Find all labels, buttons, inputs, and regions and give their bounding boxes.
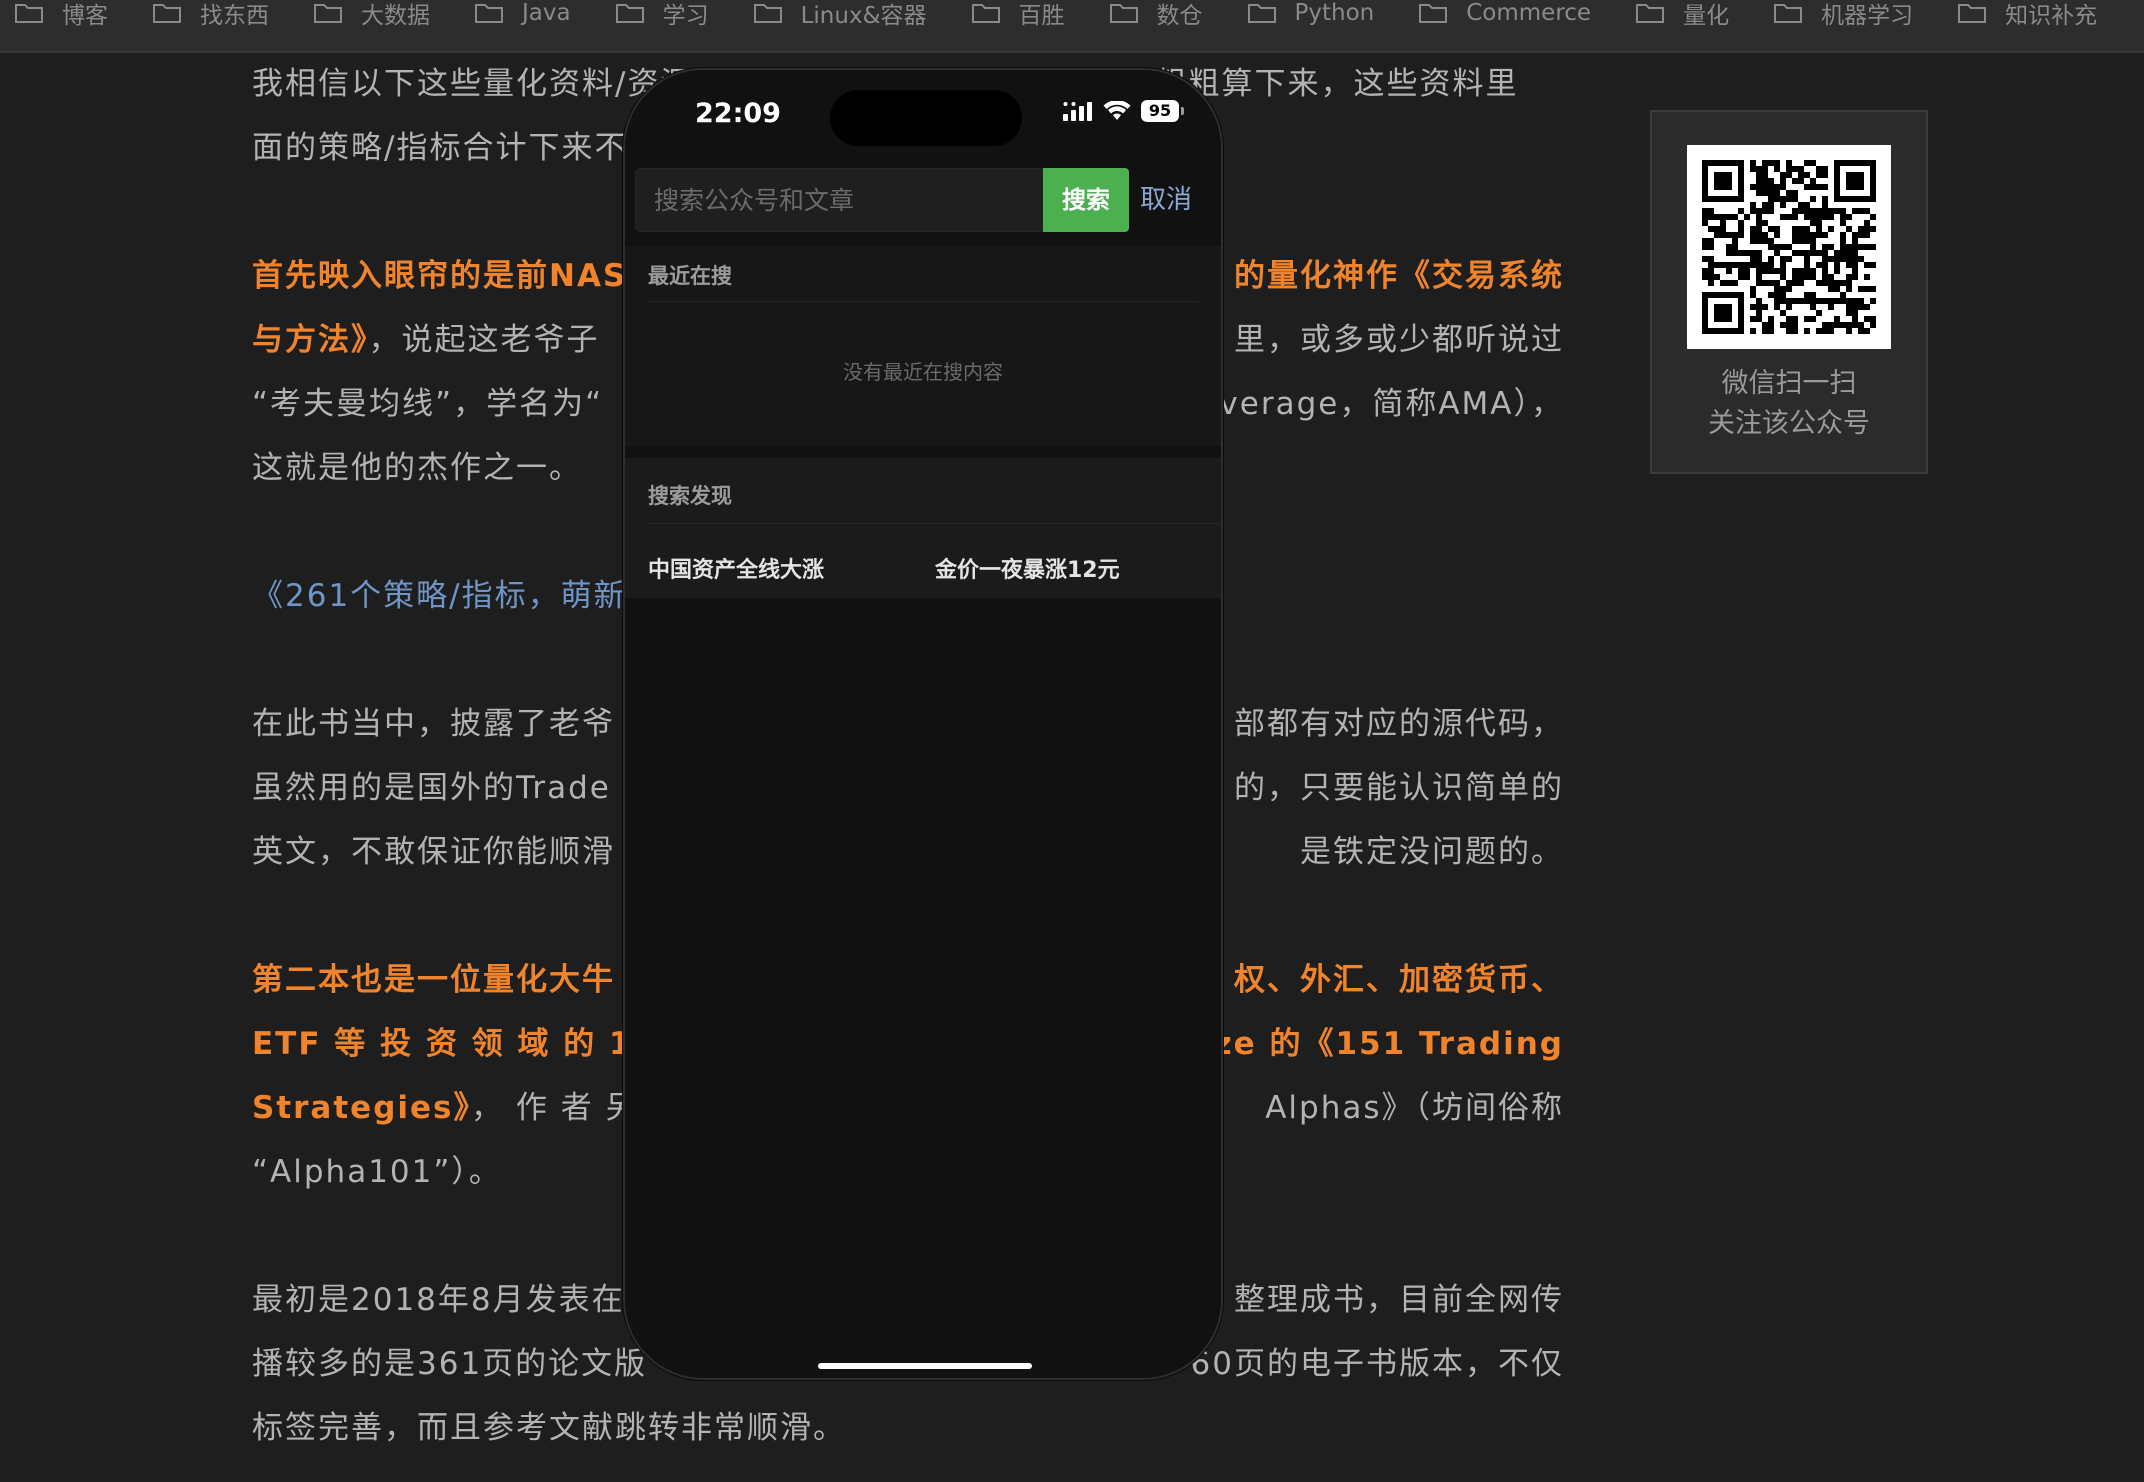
- folder-icon: [753, 4, 782, 23]
- bookmark-quant[interactable]: 量化: [1635, 0, 1729, 29]
- section-title: 搜索发现: [648, 484, 732, 508]
- bookmark-label: Linux&容器: [800, 3, 927, 29]
- highlight-text: 第二本也是一位量化大牛: [252, 962, 615, 998]
- text-fragment: 虽然用的是国外的Trade: [252, 770, 611, 806]
- bookmark-linux[interactable]: Linux&容器: [753, 0, 927, 29]
- recent-search-section: 最近在搜 没有最近在搜内容: [625, 246, 1221, 446]
- folder-icon: [1419, 4, 1448, 23]
- folder-icon: [15, 4, 43, 23]
- bookmark-yum[interactable]: 百胜: [971, 0, 1065, 29]
- bookmark-label: 机器学习: [1821, 3, 1914, 29]
- bookmark-label: 找东西: [200, 3, 269, 29]
- bookmark-knowledge[interactable]: 知识补充: [1957, 0, 2097, 29]
- highlight-text: 权、外汇、加密货币、: [1234, 962, 1564, 998]
- highlight-text: ETF 等 投 资 领 域 的 151: [252, 1026, 680, 1062]
- qr-caption-line: 关注该公众号: [1708, 408, 1870, 439]
- bookmark-label: 博客: [62, 3, 108, 29]
- status-icons: 95: [1063, 100, 1184, 122]
- text-fragment: ， 作 者 另: [471, 1090, 639, 1126]
- divider: [648, 301, 1198, 302]
- highlight-text: 与方法》: [252, 322, 369, 358]
- bookmark-label: Java: [522, 0, 571, 26]
- bookmark-label: Commerce: [1466, 0, 1592, 26]
- text-fragment: 这就是他的杰作之一。: [252, 450, 582, 486]
- text-fragment: 部都有对应的源代码，: [1234, 706, 1564, 742]
- qr-code-image: [1687, 145, 1891, 349]
- highlight-text: 的量化神作《交易系统: [1234, 258, 1564, 294]
- text-fragment: “Alpha101”）。: [252, 1154, 502, 1190]
- home-indicator[interactable]: [818, 1363, 1032, 1369]
- wifi-icon: [1103, 101, 1131, 120]
- folder-icon: [971, 4, 1000, 23]
- bookmark-find[interactable]: 找东西: [152, 0, 269, 29]
- text-fragment: 的，只要能认识简单的: [1234, 770, 1564, 806]
- cancel-button[interactable]: 取消: [1140, 168, 1192, 232]
- text-fragment: 标签完善，而且参考文献跳转非常顺滑。: [252, 1410, 846, 1446]
- bookmark-commerce[interactable]: Commerce: [1418, 0, 1591, 26]
- text-fragment: 是铁定没问题的。: [1300, 834, 1564, 870]
- dynamic-island: [830, 90, 1022, 146]
- folder-icon: [615, 4, 644, 23]
- highlight-text: Strategies》: [252, 1090, 471, 1126]
- text-fragment: Alphas》（坊间俗称: [1265, 1090, 1564, 1126]
- qr-caption-line: 微信扫一扫: [1721, 368, 1857, 399]
- empty-state-text: 没有最近在搜内容: [843, 360, 1003, 384]
- text-fragment: 在此书当中，披露了老爷: [252, 706, 615, 742]
- bookmark-warehouse[interactable]: 数仓: [1109, 0, 1203, 29]
- article-link[interactable]: 《261个策略/指标，萌新: [252, 578, 627, 614]
- divider: [648, 523, 1221, 524]
- text-fragment: 整理成书，目前全网传: [1234, 1282, 1564, 1318]
- search-row: 搜索 取消: [635, 168, 1215, 232]
- battery-icon: 95: [1141, 100, 1184, 122]
- text-fragment: 60页的电子书版本，不仅: [1190, 1346, 1564, 1382]
- folder-icon: [153, 4, 181, 23]
- search-discover-section: 搜索发现 中国资产全线大涨 金价一夜暴涨12元: [625, 458, 1221, 598]
- cellular-signal-icon: [1063, 102, 1092, 121]
- text-line: 面的策略/指标合计下来不: [252, 130, 628, 166]
- qr-caption: 微信扫一扫 关注该公众号: [1652, 364, 1926, 444]
- text-fragment: 里，或多或少都听说过: [1234, 322, 1564, 358]
- bookmark-label: 学习: [662, 3, 709, 29]
- folder-icon: [1774, 4, 1803, 23]
- bookmarks-bar: 博客 找东西 大数据 Java 学习 Linux&容器 百胜 数仓 Python…: [0, 0, 2144, 53]
- folder-icon: [475, 4, 503, 23]
- highlight-text: 首先映入眼帘的是前NAS: [252, 258, 628, 294]
- bookmark-ml[interactable]: 机器学习: [1773, 0, 1913, 29]
- folder-icon: [1958, 4, 1987, 23]
- highlight-text: dze 的《151 Trading: [1189, 1026, 1564, 1062]
- folder-icon: [1109, 4, 1138, 23]
- discover-item[interactable]: 中国资产全线大涨: [648, 552, 824, 584]
- search-input[interactable]: [636, 169, 1044, 231]
- qr-card: 微信扫一扫 关注该公众号: [1650, 110, 1928, 474]
- search-button[interactable]: 搜索: [1043, 168, 1129, 232]
- text-fragment: 最初是2018年8月发表在: [252, 1282, 625, 1318]
- bookmark-label: 百胜: [1018, 3, 1065, 29]
- phone-frame: 22:09 95 搜索 取消 最近在搜 没有最近在搜内: [623, 68, 1223, 1380]
- search-field[interactable]: [635, 168, 1045, 232]
- text-fragment: 英文，不敢保证你能顺滑: [252, 834, 615, 870]
- section-title: 最近在搜: [648, 264, 732, 288]
- bookmark-python[interactable]: Python: [1247, 0, 1375, 26]
- bookmark-label: 大数据: [361, 3, 430, 29]
- bookmark-label: 量化: [1683, 3, 1730, 29]
- discover-item[interactable]: 金价一夜暴涨12元: [935, 552, 1120, 584]
- bookmark-bigdata[interactable]: 大数据: [313, 0, 430, 29]
- status-bar: 22:09 95: [625, 70, 1221, 166]
- folder-icon: [1247, 4, 1276, 23]
- bookmark-java[interactable]: Java: [474, 0, 571, 26]
- bookmark-blog[interactable]: 博客: [14, 0, 108, 29]
- folder-icon: [314, 4, 342, 23]
- bookmark-label: Python: [1294, 0, 1375, 26]
- bookmark-label: 知识补充: [2005, 3, 2098, 29]
- text-fragment: verage，简称AMA），: [1219, 386, 1564, 422]
- text-fragment: 播较多的是361页的论文版: [252, 1346, 648, 1382]
- status-time: 22:09: [695, 98, 781, 129]
- folder-icon: [1636, 4, 1665, 23]
- bookmark-study[interactable]: 学习: [615, 0, 709, 29]
- text-fragment: “考夫曼均线”，学名为“: [252, 386, 604, 422]
- bookmark-label: 数仓: [1156, 3, 1203, 29]
- text-fragment: ，说起这老爷子: [368, 322, 600, 358]
